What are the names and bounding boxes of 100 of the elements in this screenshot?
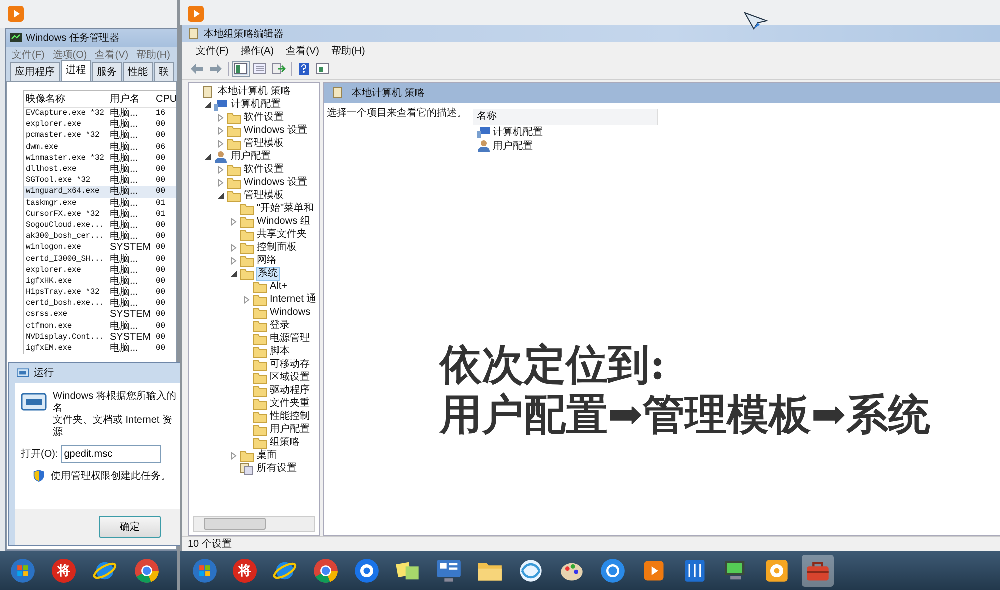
tree-item[interactable]: 区域设置 xyxy=(269,372,311,384)
menu-item[interactable]: 选项(O) xyxy=(52,48,88,62)
tree-item[interactable]: 软件设置 xyxy=(243,164,285,176)
folder-icon xyxy=(253,320,267,332)
tree-item[interactable]: 电源管理 xyxy=(269,332,311,344)
tree-item[interactable]: 计算机配置 xyxy=(230,98,282,110)
tree-item[interactable]: 软件设置 xyxy=(243,112,285,124)
menu-item[interactable]: 查看(V) xyxy=(286,44,320,58)
column-header[interactable]: 名称 xyxy=(473,109,658,125)
export-icon[interactable] xyxy=(272,63,286,75)
tree-item[interactable]: 登录 xyxy=(269,320,291,332)
tree-item[interactable]: 用户配置 xyxy=(269,424,311,436)
tree-item[interactable]: 管理模板 xyxy=(243,190,285,202)
panel-icon[interactable] xyxy=(316,63,330,75)
table-cell-text: igfxEM.exe xyxy=(25,343,74,354)
tree-item[interactable]: Internet 通 xyxy=(269,294,318,306)
tree-item[interactable]: 组策略 xyxy=(269,436,301,448)
menu-item[interactable]: 操作(A) xyxy=(240,44,274,58)
tree-item[interactable]: 本地计算机 策略 xyxy=(217,86,292,98)
tricolor-circle-icon[interactable] xyxy=(134,558,160,584)
process-row[interactable]: explorer.exe 电脑... 00 xyxy=(24,119,176,130)
tab[interactable]: 应用程序 xyxy=(10,62,60,81)
tree-item[interactable]: 共享文件夹 xyxy=(256,228,308,240)
horizontal-scrollbar[interactable] xyxy=(193,516,315,532)
toolbox-icon[interactable] xyxy=(802,554,834,586)
tree-item[interactable]: 系统 xyxy=(256,266,280,280)
tree-item[interactable]: Windows 设置 xyxy=(243,176,308,188)
tree-item[interactable]: 可移动存 xyxy=(269,358,311,370)
menu-item[interactable]: 文件(F) xyxy=(12,48,45,62)
tree-item[interactable]: 控制面板 xyxy=(256,242,298,254)
tree-pane-icon[interactable] xyxy=(234,63,248,75)
tricolor-circle-icon[interactable] xyxy=(313,558,339,584)
process-row[interactable]: taskmgr.exe 电脑... 01 xyxy=(24,198,176,209)
tree-item[interactable]: Windows xyxy=(269,306,312,318)
column-header[interactable]: CPU xyxy=(154,94,176,104)
process-row[interactable]: NVDisplay.Cont... SYSTEM 00 xyxy=(24,332,176,343)
column-header[interactable]: 用户名 xyxy=(108,94,154,104)
forward-arrow-icon[interactable] xyxy=(209,63,223,75)
column-header[interactable]: 映像名称 xyxy=(24,94,108,104)
swirl-icon[interactable] xyxy=(518,558,544,584)
back-arrow-icon[interactable] xyxy=(190,63,204,75)
process-row[interactable]: igfxEM.exe 电脑... 00 xyxy=(24,342,176,354)
expander-icon[interactable] xyxy=(230,270,238,278)
tree-item[interactable]: Alt+ xyxy=(269,280,289,292)
tab[interactable]: 性能 xyxy=(123,62,153,81)
process-row[interactable]: HipsTray.exe *32 电脑... 00 xyxy=(24,287,176,298)
help-icon[interactable] xyxy=(297,63,311,75)
list-item[interactable]: 用户配置 xyxy=(493,139,533,153)
tree-item[interactable]: 性能控制 xyxy=(269,410,311,422)
menu-item[interactable]: 帮助(H) xyxy=(331,44,366,58)
list-item[interactable]: 计算机配置 xyxy=(493,125,543,139)
menu-item[interactable]: 文件(F) xyxy=(196,44,229,58)
process-row[interactable]: dllhost.exe 电脑... 00 xyxy=(24,164,176,176)
expander-icon[interactable] xyxy=(204,152,212,160)
gear-icon[interactable] xyxy=(764,558,790,584)
tree-item[interactable]: Windows 设置 xyxy=(243,124,308,136)
app-badge[interactable]: 将 xyxy=(233,558,257,582)
process-row[interactable]: pcmaster.exe *32 电脑... 00 xyxy=(24,130,176,142)
menu-item[interactable]: 查看(V) xyxy=(95,48,129,62)
menu-item[interactable]: 帮助(H) xyxy=(136,48,170,62)
tree-item[interactable]: 所有设置 xyxy=(256,462,298,474)
cloud-icon[interactable] xyxy=(354,558,380,584)
process-row[interactable]: igfxHK.exe 电脑... 00 xyxy=(24,276,176,287)
process-row[interactable]: SogouCloud.exe... 电脑... 00 xyxy=(24,220,176,232)
list-view-icon[interactable] xyxy=(253,63,267,75)
tree-item[interactable]: 网络 xyxy=(256,254,278,266)
process-row[interactable]: EVCapture.exe *32 电脑... 16 xyxy=(24,108,176,120)
process-row[interactable]: winmaster.exe *32 电脑... 00 xyxy=(24,152,176,164)
film-reel-icon[interactable] xyxy=(600,558,626,584)
process-row[interactable]: certd_I3000_SH... 电脑... 00 xyxy=(24,253,176,265)
tree-item[interactable]: 驱动程序 xyxy=(269,384,311,396)
tree-item[interactable]: "开始"菜单和 xyxy=(256,202,316,214)
process-row[interactable]: winguard_x64.exe 电脑... 00 xyxy=(24,186,176,198)
start-orb-icon[interactable] xyxy=(10,558,36,584)
tree-item[interactable]: Windows 组 xyxy=(256,216,312,228)
process-row[interactable]: csrss.exe SYSTEM 00 xyxy=(24,309,176,321)
tab[interactable]: 联 xyxy=(154,62,174,81)
tree-item[interactable]: 用户配置 xyxy=(230,150,272,162)
process-row[interactable]: dwm.exe 电脑... 06 xyxy=(24,142,176,153)
process-row[interactable]: ctfmon.exe 电脑... 00 xyxy=(24,320,176,332)
folder-icon xyxy=(240,216,254,228)
process-row[interactable]: CursorFX.exe *32 电脑... 01 xyxy=(24,208,176,220)
process-row[interactable]: ak300_bosh_cer... 电脑... 00 xyxy=(24,231,176,242)
expander-icon[interactable] xyxy=(204,100,212,108)
tab[interactable]: 进程 xyxy=(61,60,91,81)
process-row[interactable]: certd_bosh.exe... 电脑... 00 xyxy=(24,298,176,310)
tree-item[interactable]: 脚本 xyxy=(269,346,291,358)
tree-item[interactable]: 管理模板 xyxy=(243,138,285,150)
command-input-field[interactable]: gpedit.msc xyxy=(61,445,162,463)
expander-icon[interactable] xyxy=(217,192,225,200)
tree-item[interactable]: 文件夹重 xyxy=(269,398,311,410)
app-badge[interactable]: 将 xyxy=(52,558,76,582)
tree-item[interactable]: 桌面 xyxy=(256,450,278,462)
tab[interactable]: 服务 xyxy=(92,62,122,81)
start-orb-icon[interactable] xyxy=(192,558,218,584)
process-row[interactable]: SGTool.exe *32 电脑... 00 xyxy=(24,175,176,186)
dashboard-icon[interactable] xyxy=(436,558,462,584)
process-row[interactable]: explorer.exe 电脑... 00 xyxy=(24,264,176,276)
ok-button[interactable]: 确定 xyxy=(99,516,161,538)
process-row[interactable]: winlogon.exe SYSTEM 00 xyxy=(24,242,176,254)
